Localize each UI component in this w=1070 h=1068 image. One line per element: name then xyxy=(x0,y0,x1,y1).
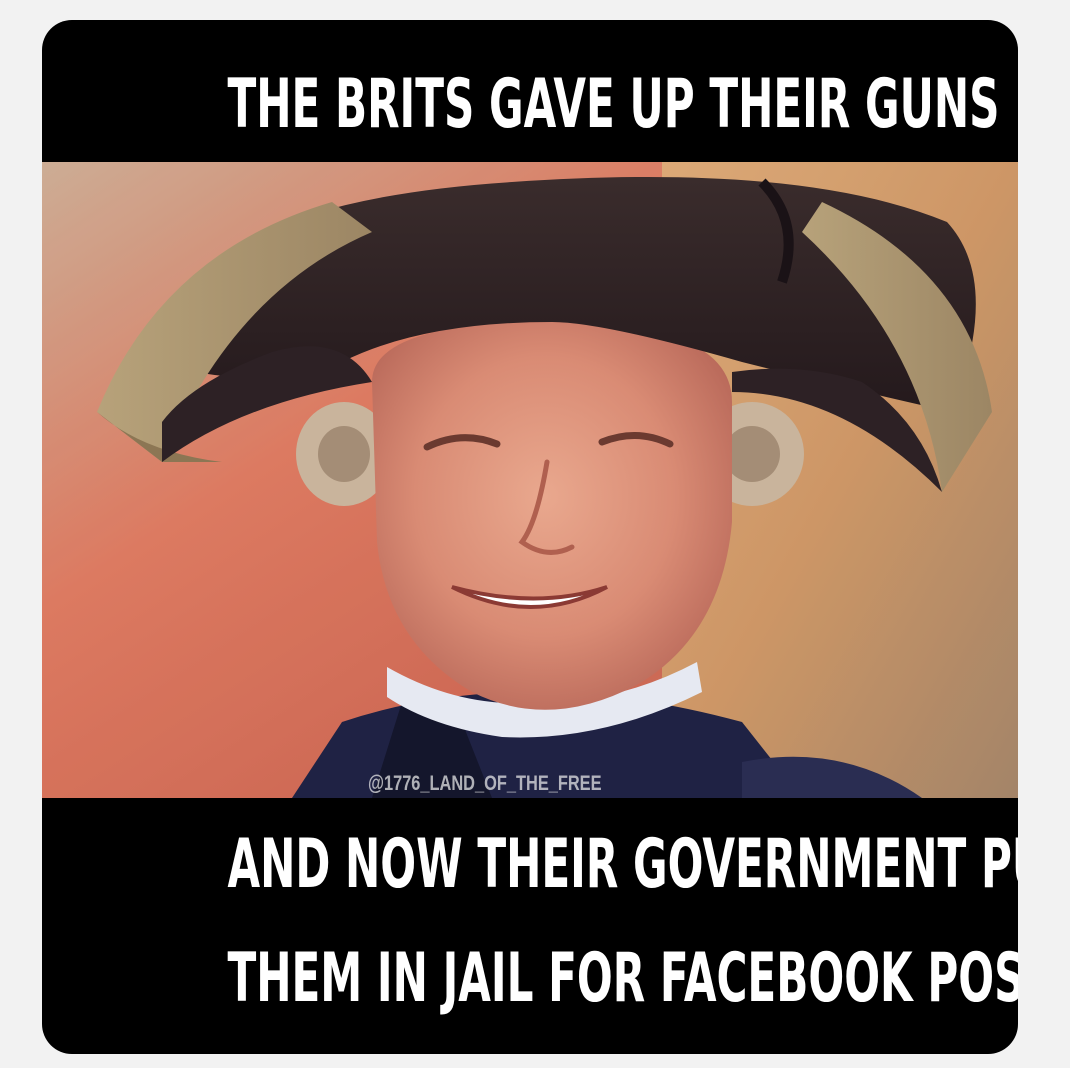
top-caption: THE BRITS GAVE UP THEIR GUNS xyxy=(227,65,1000,144)
bottom-caption-line-1: AND NOW THEIR GOVERNMENT PUTS xyxy=(227,825,1018,904)
meme-card: THE BRITS GAVE UP THEIR GUNS @1776_LAND_… xyxy=(42,20,1018,1054)
meme-photo xyxy=(42,162,1018,798)
bottom-caption-line-2: THEM IN JAIL FOR FACEBOOK POSTS xyxy=(227,939,1018,1018)
bottom-caption: AND NOW THEIR GOVERNMENT PUTS THEM IN JA… xyxy=(227,806,1018,1042)
watermark: @1776_LAND_OF_THE_FREE xyxy=(368,772,602,795)
portrait-illustration xyxy=(42,162,1018,798)
